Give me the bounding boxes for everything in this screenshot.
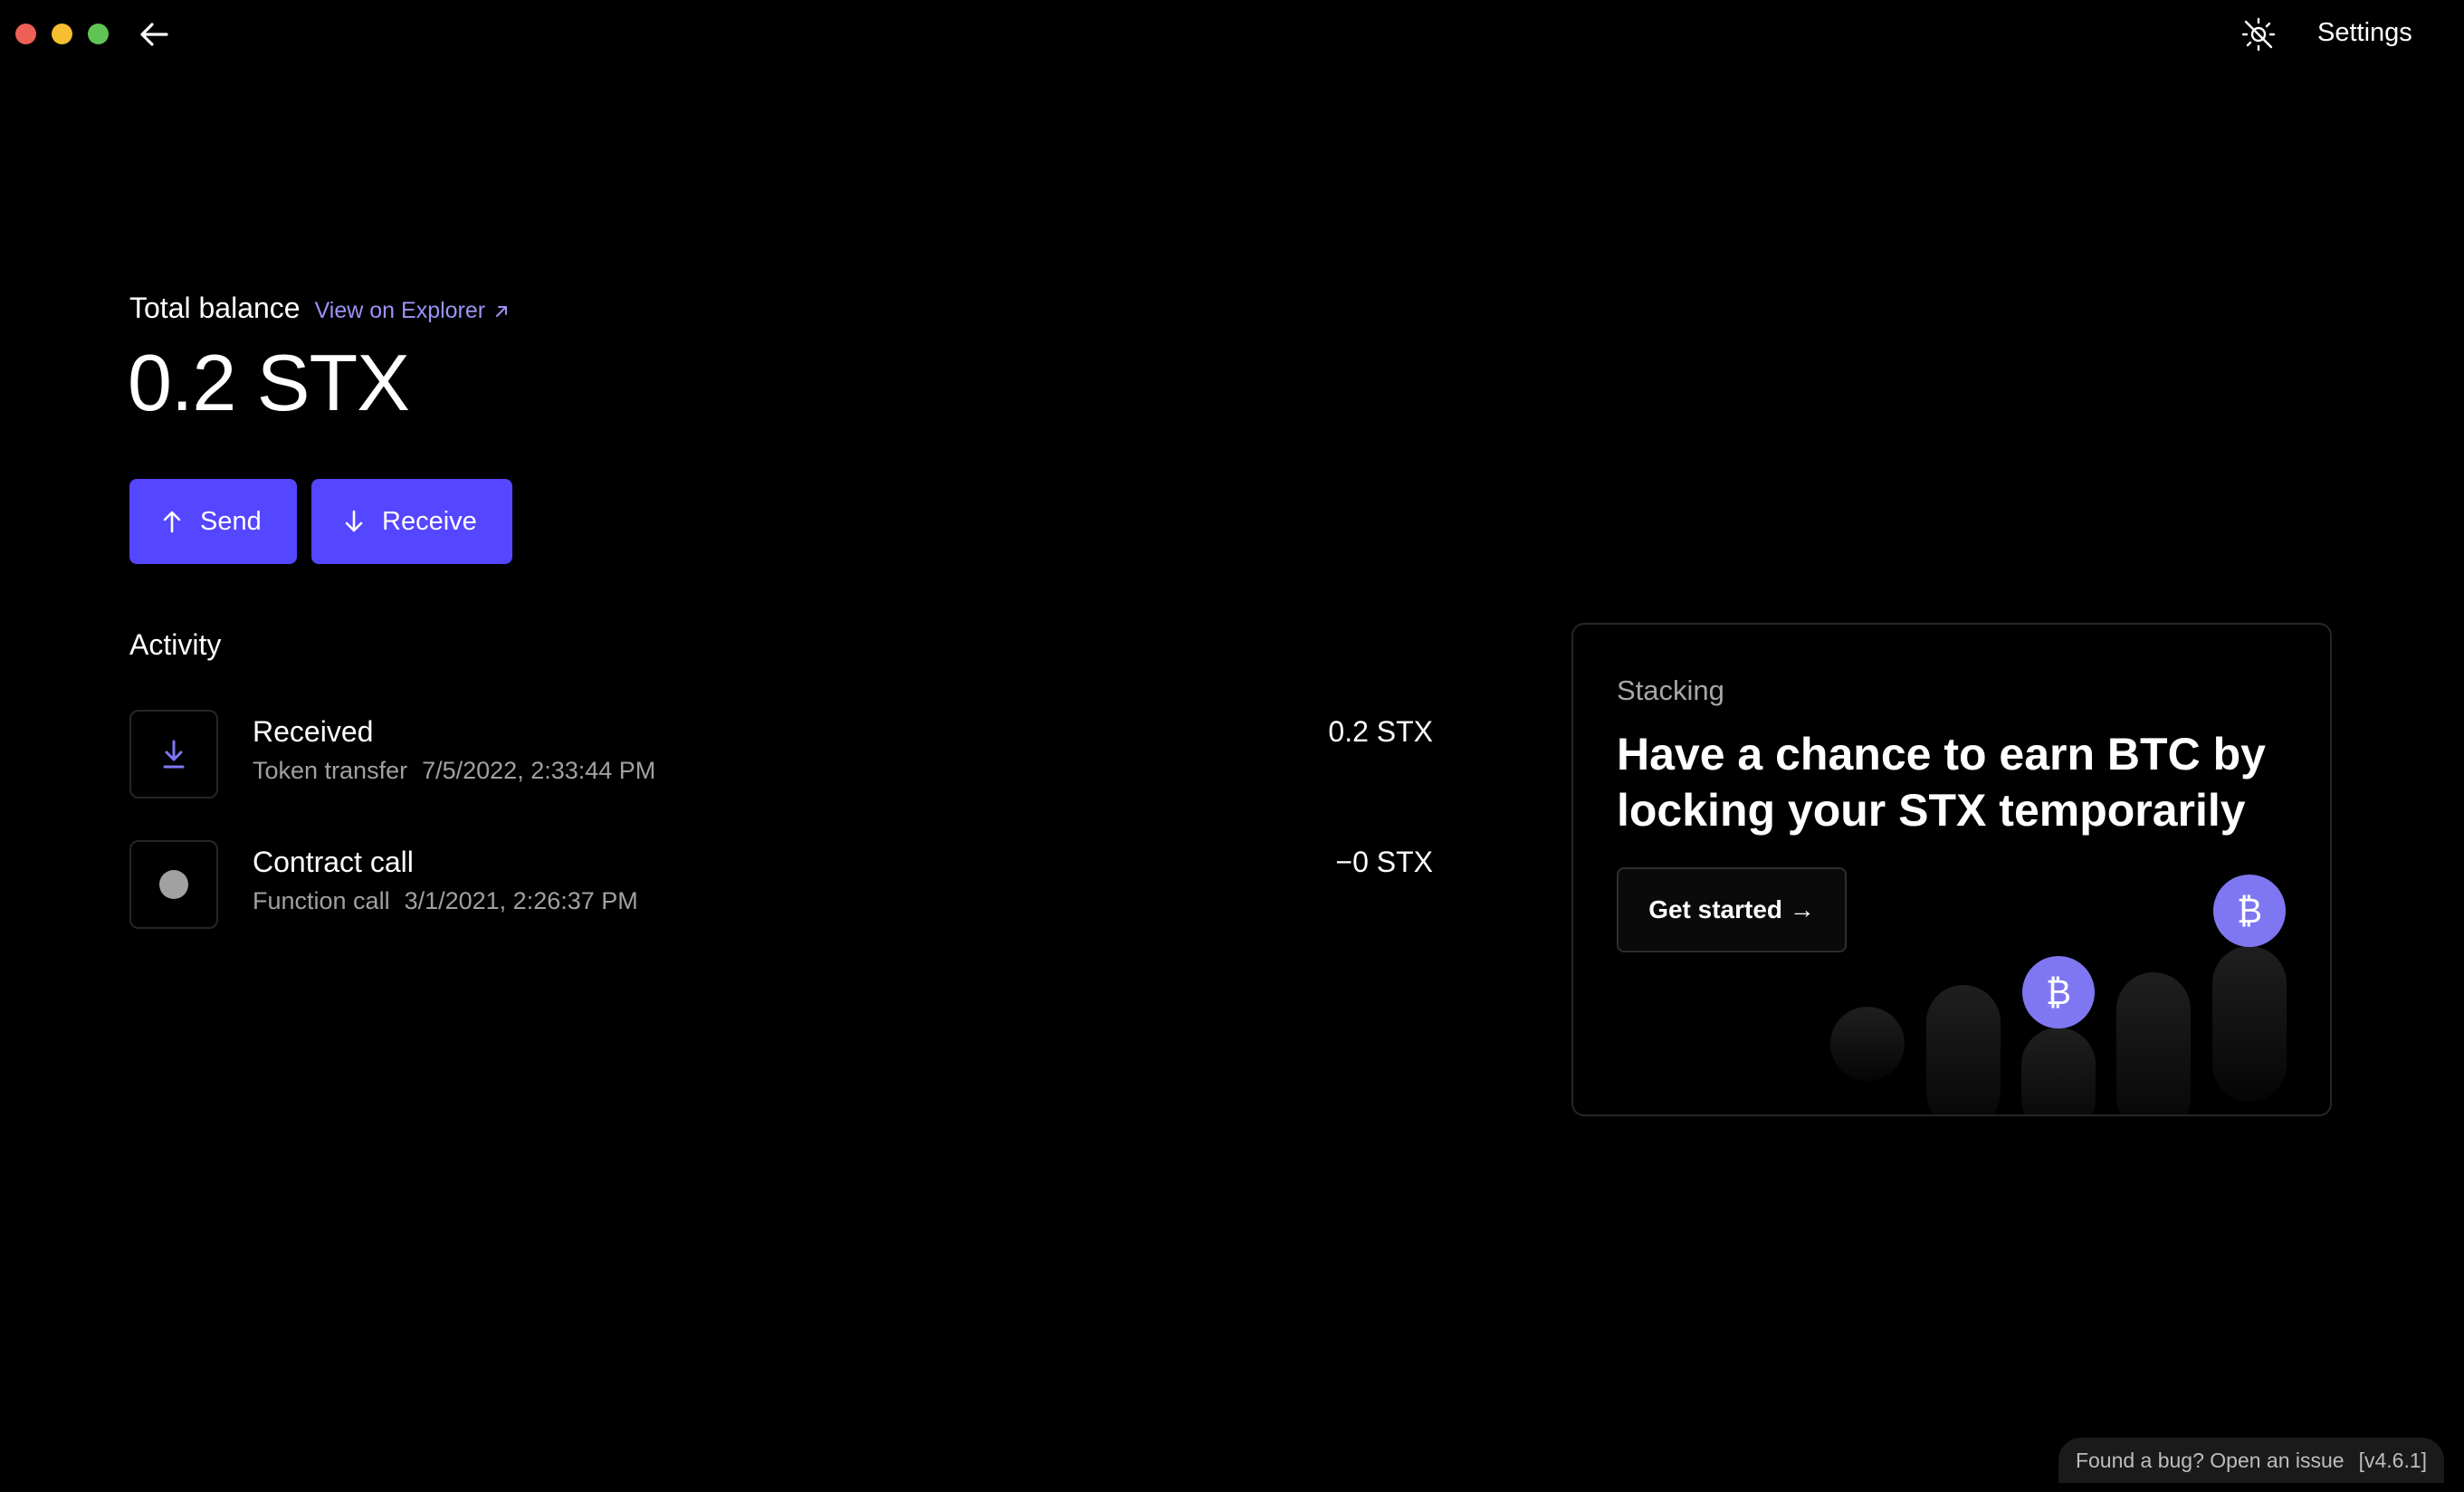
maximize-window-button[interactable] — [88, 24, 109, 44]
back-button[interactable] — [138, 18, 170, 51]
arrow-up-icon — [163, 511, 181, 533]
app-window: Settings Total balance View on Explorer … — [0, 0, 2464, 1492]
pillar — [1926, 985, 2001, 1114]
stacking-label: Stacking — [1617, 674, 1724, 706]
explorer-link-label: View on Explorer — [314, 298, 486, 323]
balance-value: 0.2 STX — [128, 338, 410, 427]
pillar — [2021, 1028, 2096, 1114]
balance-header: Total balance View on Explorer — [129, 292, 509, 325]
stacking-card: ₿ ₿ Stacking Have a chance to earn BTC b… — [1571, 623, 2332, 1116]
stacking-heading: Have a chance to earn BTC by locking you… — [1617, 729, 2266, 836]
tx-icon-box — [129, 710, 218, 799]
minimize-window-button[interactable] — [52, 24, 72, 44]
tx-type: Token transfer — [253, 757, 408, 784]
activity-item[interactable]: Received Token transfer 7/5/2022, 2:33:4… — [129, 710, 1433, 799]
receive-button[interactable]: Receive — [311, 479, 512, 564]
settings-link[interactable]: Settings — [2317, 18, 2412, 48]
activity-title: Activity — [129, 628, 222, 661]
receive-label: Receive — [382, 506, 477, 536]
send-label: Send — [200, 506, 262, 536]
tx-details: Function call 3/1/2021, 2:26:37 PM — [253, 887, 638, 915]
tx-title: Contract call — [253, 846, 414, 878]
tx-date: 3/1/2021, 2:26:37 PM — [404, 887, 638, 914]
tx-title: Received — [253, 715, 374, 748]
bug-report-text: Found a bug? Open an issue — [2075, 1448, 2345, 1472]
btc-icon: ₿ — [2046, 972, 2071, 1012]
activity-item[interactable]: Contract call Function call 3/1/2021, 2:… — [129, 840, 1433, 929]
tx-amount: −0 STX — [1335, 846, 1433, 878]
bug-report-link[interactable]: Found a bug? Open an issue [v4.6.1] — [2058, 1438, 2444, 1483]
pillar — [1830, 1007, 1905, 1081]
arrow-down-icon — [345, 510, 363, 532]
close-window-button[interactable] — [15, 24, 36, 44]
window-controls — [15, 24, 109, 44]
balance-label: Total balance — [129, 292, 301, 324]
pillar — [2116, 972, 2191, 1114]
theme-toggle-icon — [2241, 17, 2276, 52]
wallet-actions: Send Receive — [129, 479, 512, 564]
tx-details: Token transfer 7/5/2022, 2:33:44 PM — [253, 757, 655, 785]
send-button[interactable]: Send — [129, 479, 297, 564]
view-on-explorer-link[interactable]: View on Explorer — [315, 298, 510, 324]
btc-icon: ₿ — [2237, 891, 2262, 931]
dot-icon — [159, 870, 188, 899]
arrow-left-icon — [140, 23, 168, 46]
external-link-icon — [496, 305, 508, 317]
pillar — [2212, 946, 2287, 1102]
tx-icon-box — [129, 840, 218, 929]
theme-toggle-button[interactable] — [2240, 15, 2278, 53]
tx-type: Function call — [253, 887, 390, 914]
get-started-button[interactable]: Get started → — [1617, 867, 1847, 952]
download-icon — [163, 740, 185, 769]
version-label: [v4.6.1] — [2358, 1448, 2428, 1472]
tx-date: 7/5/2022, 2:33:44 PM — [422, 757, 656, 784]
tx-amount: 0.2 STX — [1328, 715, 1433, 748]
